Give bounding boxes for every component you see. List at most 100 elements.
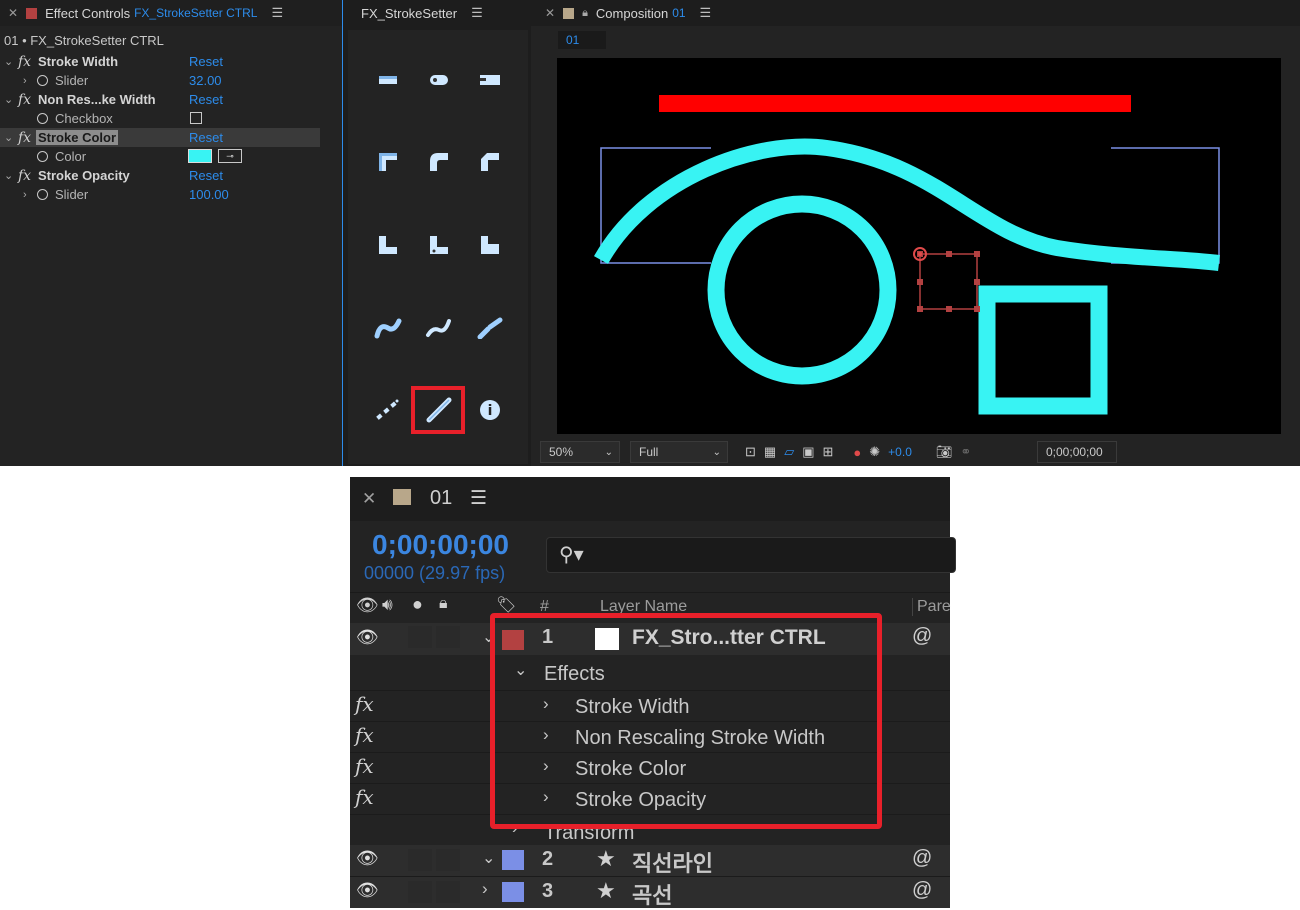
close-icon[interactable]: ✕ [362,489,376,509]
effect-controls-tab-layer[interactable]: FX_StrokeSetter CTRL [134,6,257,20]
parent-pickwhip-icon[interactable]: @ [912,847,932,870]
fx-icon[interactable]: fx [18,92,31,108]
timeline-comp-name[interactable]: 01 [430,487,452,510]
cap-round-icon[interactable] [421,62,457,98]
comp-viewer[interactable] [557,58,1281,434]
timeline-search-field[interactable]: ⚲▾ [546,537,956,573]
fx-panel-title[interactable]: FX_StrokeSetter [361,6,457,21]
reset-link[interactable]: Reset [189,130,223,145]
layer-row-2[interactable]: 👁︎ ⌄ 2 ★ 직선라인 @ [350,845,950,876]
fx-icon[interactable]: fx [355,723,374,747]
parent-pickwhip-icon[interactable]: @ [912,625,932,648]
channels-icon[interactable]: ● [853,445,861,460]
fx-icon[interactable]: fx [355,754,374,778]
join-bevel-icon[interactable] [472,144,508,180]
audio-cell[interactable] [408,626,432,648]
layer-row-3[interactable]: 👁︎ › 3 ★ 곡선 @ [350,876,950,908]
eyedropper-icon[interactable]: ⊸ [218,149,242,163]
transparency-grid-icon[interactable]: ▦ [764,444,776,460]
reset-link[interactable]: Reset [189,54,223,69]
chevron-down-icon[interactable]: ⌄ [4,169,13,182]
panel-menu-icon[interactable]: ☰ [470,487,487,510]
chevron-down-icon[interactable]: ⌄ [4,131,13,144]
chevron-down-icon[interactable]: ⌄ [482,848,495,868]
timeline-timecode[interactable]: 0;00;00;00 [372,529,509,561]
timecode-display[interactable]: 0;00;00;00 [1037,441,1117,463]
fx-icon[interactable]: fx [355,785,374,809]
corner-2-icon[interactable] [421,227,457,263]
dashes-icon[interactable] [370,392,406,428]
close-icon[interactable]: ✕ [8,6,18,20]
chevron-right-icon[interactable]: › [482,879,488,899]
layer-label-color[interactable] [502,882,524,902]
camera-snapshot-icon[interactable]: 📷︎ [936,444,953,460]
eye-icon[interactable]: 👁︎ [356,627,379,648]
audio-cell[interactable] [408,881,432,903]
audio-cell[interactable] [408,849,432,871]
composition-tab-name[interactable]: 01 [672,6,685,20]
slider-value[interactable]: 100.00 [189,187,229,202]
cap-butt-icon[interactable] [370,62,406,98]
checkbox[interactable] [190,112,202,124]
corner-1-icon[interactable] [370,227,406,263]
composition-tab-label[interactable]: Composition [596,6,668,21]
lock-cell[interactable] [436,849,460,871]
effect-stroke-color[interactable]: ⌄ fx Stroke Color Reset [0,128,320,147]
join-round-icon[interactable] [421,144,457,180]
panel-menu-icon[interactable]: ☰ [271,5,283,21]
comp-subtab[interactable]: 01 [558,31,606,49]
snapshot-region-icon[interactable]: ⊡ [745,444,756,460]
layer-label-color[interactable] [502,850,524,870]
effect-stroke-width[interactable]: ⌄ fx Stroke Width Reset [0,52,320,71]
corner-3-icon[interactable] [472,227,508,263]
stopwatch-icon[interactable] [37,151,48,162]
panel-menu-icon[interactable]: ☰ [471,5,483,21]
join-miter-icon[interactable] [370,144,406,180]
safe-zones-icon[interactable]: ▣ [802,444,814,460]
lock-cell[interactable] [436,626,460,648]
stopwatch-icon[interactable] [37,75,48,86]
lock-icon[interactable]: 🔒︎ [582,7,588,20]
effect-non-rescaling[interactable]: ⌄ fx Non Res...ke Width Reset [0,90,320,109]
fx-icon[interactable]: fx [18,168,31,184]
exposure-value[interactable]: +0.0 [888,445,912,459]
resolution-dropdown[interactable]: Full ⌄ [630,441,728,463]
fx-icon[interactable]: fx [355,692,374,716]
solid-line-icon[interactable] [421,392,457,428]
stroke-taper-3-icon[interactable] [472,310,508,346]
reset-link[interactable]: Reset [189,168,223,183]
slider-value[interactable]: 32.00 [189,73,222,88]
effect-stroke-opacity[interactable]: ⌄ fx Stroke Opacity Reset [0,166,320,185]
col-parent[interactable]: Pare [912,598,951,616]
reset-link[interactable]: Reset [189,92,223,107]
audio-toggle-icon[interactable]: 🔊︎ [382,595,393,615]
lock-icon[interactable]: 🔒︎ [439,595,448,613]
eye-icon[interactable]: 👁︎ [356,848,379,869]
panel-menu-icon[interactable]: ☰ [700,5,712,21]
effect-controls-tab-label[interactable]: Effect Controls [45,6,130,21]
red-line-shape[interactable] [659,95,1131,112]
chevron-right-icon[interactable]: › [23,189,27,201]
stroke-taper-1-icon[interactable] [370,310,406,346]
eye-icon[interactable]: 👁︎ [356,880,379,901]
parent-pickwhip-icon[interactable]: @ [912,879,932,902]
stopwatch-icon[interactable] [37,189,48,200]
chevron-down-icon[interactable]: ⌄ [4,55,13,68]
chevron-down-icon[interactable]: ⌄ [4,93,13,106]
lock-cell[interactable] [436,881,460,903]
show-snapshot-icon[interactable]: ⚭ [960,444,971,460]
chevron-right-icon[interactable]: › [23,75,27,87]
layer-name[interactable]: 직선라인 [632,846,713,878]
mask-path-icon[interactable]: ▱ [784,444,794,460]
color-mgmt-icon[interactable]: ✺ [869,444,880,460]
fx-icon[interactable]: fx [18,54,31,70]
solo-icon[interactable]: ● [412,594,423,615]
layer-name[interactable]: 곡선 [632,878,672,910]
zoom-dropdown[interactable]: 50% ⌄ [540,441,620,463]
info-icon[interactable]: i [472,392,508,428]
color-swatch[interactable] [188,149,212,163]
fx-icon[interactable]: fx [18,130,31,146]
stroke-taper-2-icon[interactable] [421,310,457,346]
cap-square-icon[interactable] [472,62,508,98]
label-tag-icon[interactable]: 🏷︎ [496,595,516,615]
